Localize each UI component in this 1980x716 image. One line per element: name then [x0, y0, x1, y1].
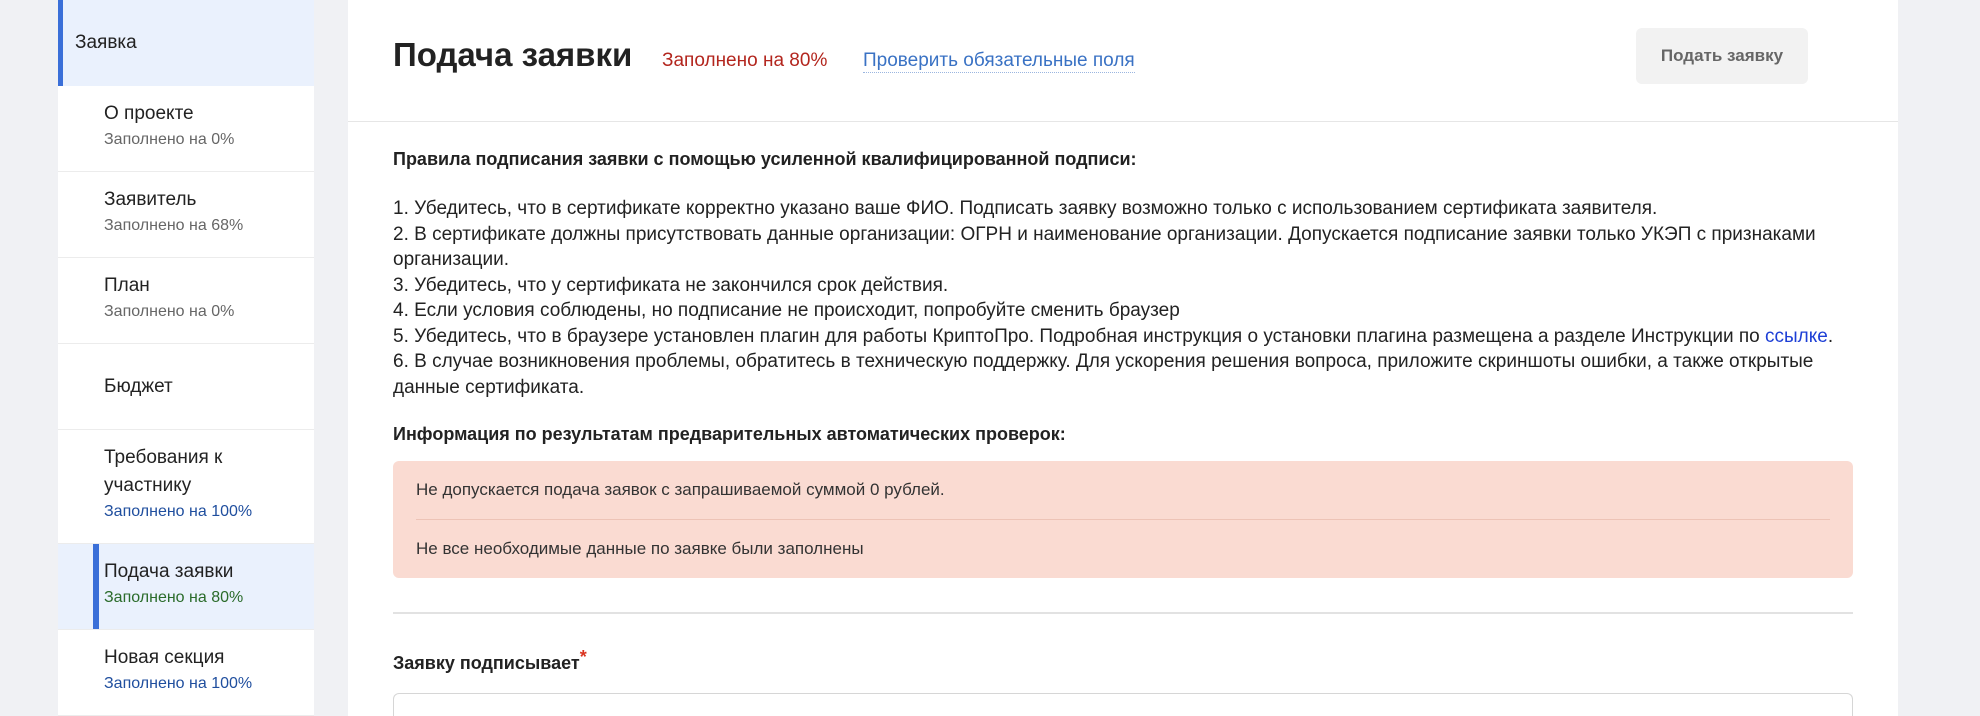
sidebar-item-title: Требования к участнику: [104, 447, 223, 496]
rule-item: 2. В сертификате должны присутствовать д…: [393, 223, 1816, 271]
alert-message: Не все необходимые данные по заявке были…: [416, 519, 1830, 577]
sidebar-root-label: Заявка: [75, 32, 137, 53]
rules-heading: Правила подписания заявки с помощью усил…: [393, 149, 1137, 169]
validation-alert: Не допускается подача заявок с запрашива…: [393, 461, 1853, 578]
app-root: Заявка О проекте Заполнено на 0% Заявите…: [0, 0, 1980, 716]
sidebar-item-plan[interactable]: План Заполнено на 0%: [58, 258, 314, 344]
sidebar-item-requirements[interactable]: Требования к участнику Заполнено на 100%: [58, 430, 314, 544]
instructions-link[interactable]: ссылке: [1765, 326, 1828, 347]
sidebar-item-title: Заявитель: [104, 189, 197, 210]
sidebar-item-status: Заполнено на 80%: [104, 589, 244, 606]
sidebar-item-title: Новая секция: [104, 647, 225, 668]
sidebar-item-status: Заполнено на 68%: [104, 217, 244, 234]
rule-item-text: 5. Убедитесь, что в браузере установлен …: [393, 325, 1760, 347]
checks-heading: Информация по результатам предварительны…: [393, 424, 1066, 444]
rule-item: 4. Если условия соблюдены, но подписание…: [393, 300, 1180, 321]
content: Правила подписания заявки с помощью усил…: [393, 148, 1853, 716]
sidebar-item-new-section[interactable]: Новая секция Заполнено на 100%: [58, 630, 314, 716]
alert-message: Не допускается подача заявок с запрашива…: [416, 480, 945, 499]
main-panel: Подача заявки Заполнено на 80% Проверить…: [348, 0, 1898, 716]
rule-item: 6. В случае возникновения проблемы, обра…: [393, 351, 1814, 398]
rule-item: 3. Убедитесь, что у сертификата не закон…: [393, 274, 949, 296]
sidebar: Заявка О проекте Заполнено на 0% Заявите…: [58, 0, 314, 716]
sidebar-item-title: Подача заявки: [104, 561, 234, 582]
sidebar-item-status: Заполнено на 0%: [104, 303, 235, 320]
signer-label-text: Заявку подписывает: [393, 653, 580, 673]
progress-status: Заполнено на 80%: [662, 50, 828, 71]
required-asterisk: *: [579, 647, 587, 667]
sidebar-item-status: Заполнено на 0%: [104, 131, 235, 148]
sidebar-item-status: Заполнено на 100%: [104, 503, 253, 520]
sidebar-item-about[interactable]: О проекте Заполнено на 0%: [58, 86, 314, 172]
section-divider: [393, 612, 1853, 614]
sidebar-item-applicant[interactable]: Заявитель Заполнено на 68%: [58, 172, 314, 258]
page-header: Подача заявки Заполнено на 80% Проверить…: [348, 0, 1898, 122]
rules-list: 1. Убедитесь, что в сертификате корректн…: [393, 196, 1853, 400]
submit-application-button[interactable]: Подать заявку: [1636, 28, 1808, 84]
rule-item-suffix: .: [1827, 325, 1834, 347]
sidebar-item-budget[interactable]: Бюджет: [58, 344, 314, 430]
sidebar-root-item[interactable]: Заявка: [58, 0, 314, 86]
sidebar-item-title: Бюджет: [104, 375, 173, 397]
rule-item-with-link: 5. Убедитесь, что в браузере установлен …: [393, 324, 1853, 350]
rule-item: 1. Убедитесь, что в сертификате корректн…: [393, 198, 1658, 219]
page-title: Подача заявки: [393, 36, 633, 73]
signer-select[interactable]: [393, 693, 1853, 716]
sidebar-item-title: План: [104, 275, 150, 296]
sidebar-item-title: О проекте: [104, 103, 194, 124]
sidebar-item-status: Заполнено на 100%: [104, 675, 253, 692]
check-required-fields-link[interactable]: Проверить обязательные поля: [863, 50, 1135, 73]
signer-label: Заявку подписывает*: [393, 647, 1853, 674]
sidebar-item-submission[interactable]: Подача заявки Заполнено на 80%: [58, 544, 314, 630]
